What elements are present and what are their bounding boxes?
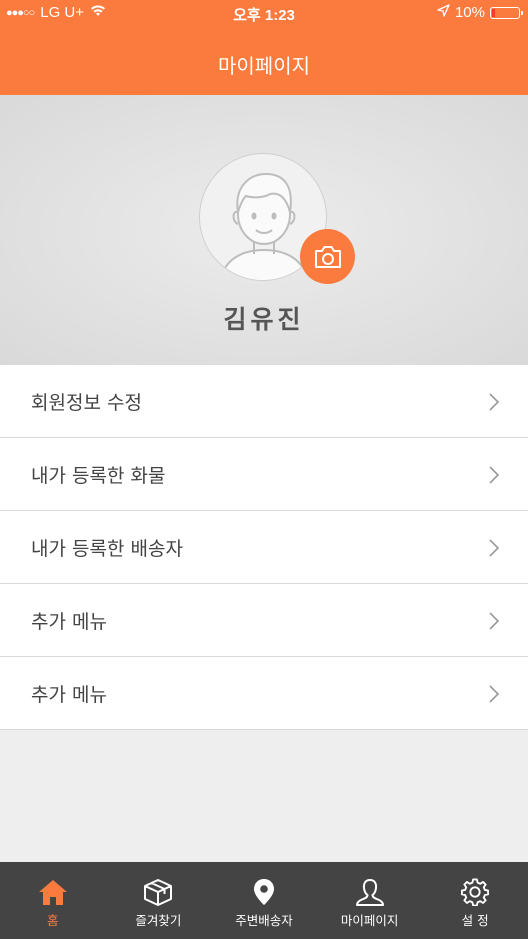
chevron-right-icon — [489, 612, 500, 630]
menu-item-label: 추가 메뉴 — [31, 610, 107, 633]
location-pin-icon — [253, 879, 274, 905]
profile-name: 김유진 — [223, 305, 305, 334]
tab-favorites[interactable]: 즐겨찾기 — [106, 862, 212, 939]
change-photo-button[interactable] — [300, 229, 355, 284]
tab-home[interactable]: 홈 — [0, 862, 106, 939]
tab-label: 홈 — [47, 913, 59, 928]
menu-item-my-cargo[interactable]: 내가 등록한 화물 — [0, 438, 528, 511]
chevron-right-icon — [489, 539, 500, 557]
page-title: 마이페이지 — [218, 54, 310, 78]
location-arrow-icon — [437, 4, 450, 21]
chevron-right-icon — [489, 466, 500, 484]
tab-label: 설 정 — [461, 913, 489, 928]
battery-icon — [490, 6, 523, 19]
menu-item-label: 내가 등록한 화물 — [31, 464, 166, 487]
menu-item-label: 추가 메뉴 — [31, 683, 107, 706]
profile-header: 김유진 — [0, 95, 528, 365]
person-icon — [355, 879, 384, 906]
menu-item-label: 내가 등록한 배송자 — [31, 537, 183, 560]
home-icon — [38, 880, 67, 905]
box-icon — [144, 879, 173, 906]
tab-mypage[interactable]: 마이페이지 — [317, 862, 423, 939]
tab-label: 즐겨찾기 — [135, 913, 182, 928]
chevron-right-icon — [489, 393, 500, 411]
chevron-right-icon — [489, 685, 500, 703]
tab-settings[interactable]: 설 정 — [422, 862, 528, 939]
tab-nearby-couriers[interactable]: 주변배송자 — [211, 862, 317, 939]
tab-bar: 홈 즐겨찾기 주변배송자 마이페이지 설 정 — [0, 862, 528, 939]
menu-item-label: 회원정보 수정 — [31, 391, 142, 414]
menu-list: 회원정보 수정 내가 등록한 화물 내가 등록한 배송자 추가 메뉴 추가 메뉴 — [0, 365, 528, 730]
top-bar: ●●●○○ LG U+ 오후 1:23 10% 마이페이지 — [0, 0, 528, 95]
tab-label: 주변배송자 — [235, 913, 293, 928]
menu-item-edit-member-info[interactable]: 회원정보 수정 — [0, 365, 528, 438]
battery-percent: 10% — [454, 4, 485, 21]
camera-icon — [314, 245, 341, 268]
status-bar: ●●●○○ LG U+ 오후 1:23 10% — [0, 0, 528, 28]
menu-item-my-couriers[interactable]: 내가 등록한 배송자 — [0, 511, 528, 584]
gear-icon — [461, 878, 490, 906]
menu-item-extra-1[interactable]: 추가 메뉴 — [0, 584, 528, 657]
menu-item-extra-2[interactable]: 추가 메뉴 — [0, 657, 528, 730]
tab-label: 마이페이지 — [340, 913, 399, 928]
